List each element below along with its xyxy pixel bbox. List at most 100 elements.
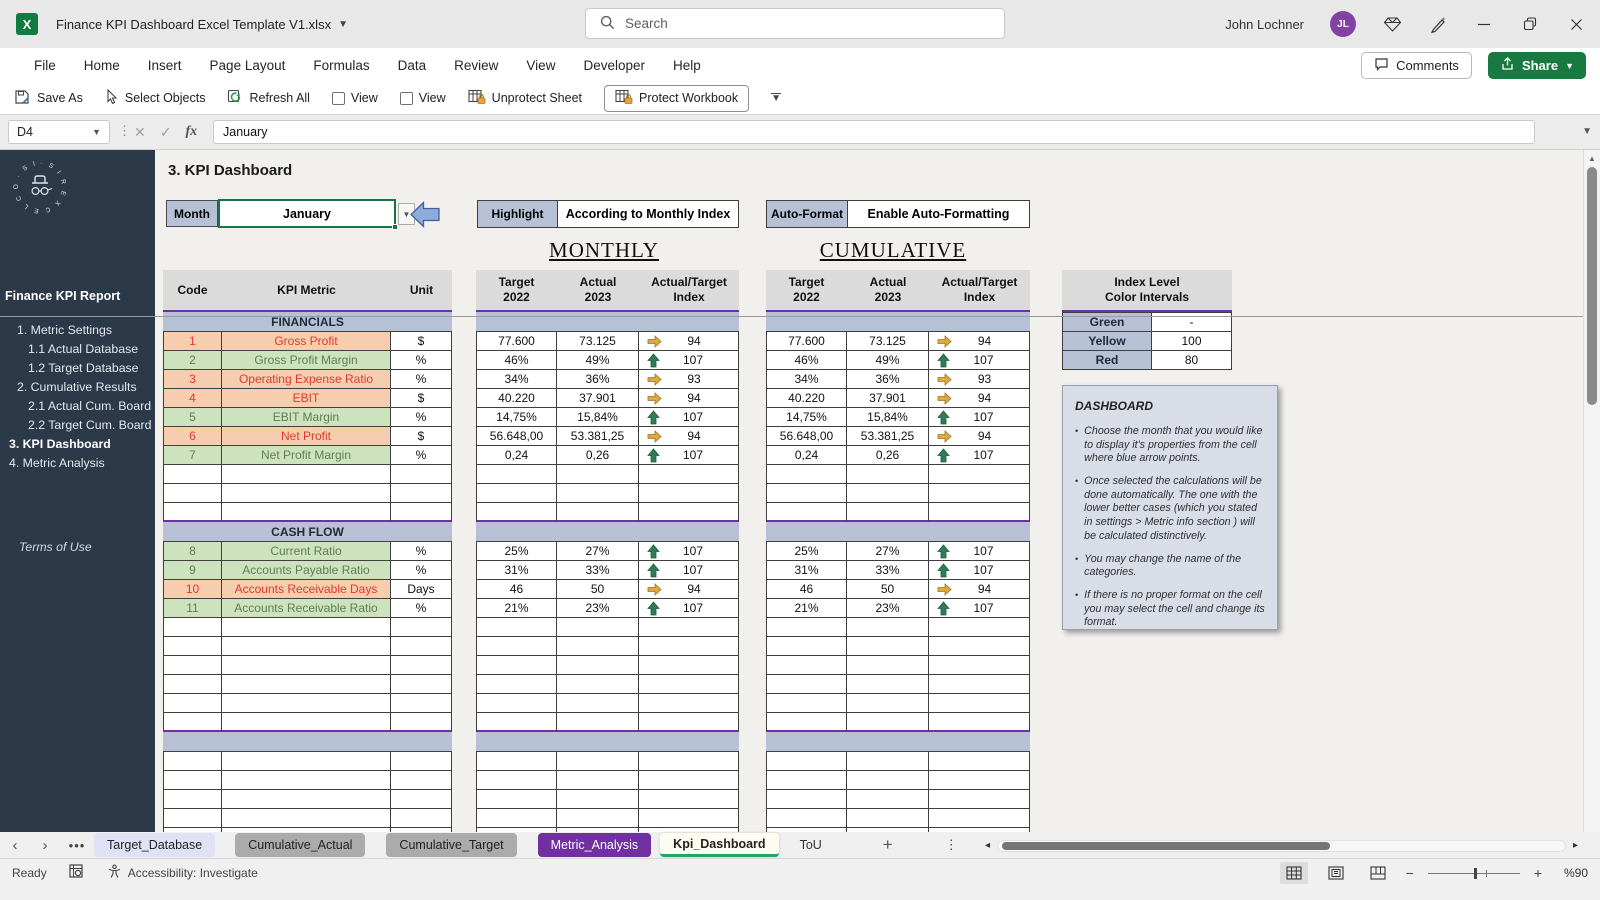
actual-cell[interactable]: 0,26 (847, 446, 929, 465)
index-cell[interactable]: 94 (929, 580, 1030, 599)
empty-row[interactable] (163, 771, 452, 790)
index-cell[interactable]: 94 (639, 427, 739, 446)
name-box[interactable]: D4 ▼ (8, 120, 110, 144)
kpi-code-cell[interactable]: 2 (163, 351, 222, 370)
kpi-unit-cell[interactable]: % (391, 599, 452, 618)
add-sheet-icon[interactable]: + (883, 835, 893, 855)
section-band[interactable] (766, 732, 1030, 751)
section-financials[interactable]: FİNANCİALS (163, 312, 452, 331)
kpi-metric-cell[interactable]: Accounts Receivable Ratio (222, 599, 391, 618)
kpi-unit-cell[interactable]: % (391, 408, 452, 427)
empty-row[interactable] (476, 484, 739, 503)
cumulative-table-header[interactable]: Target2022 Actual2023 Actual/TargetIndex (766, 270, 1030, 312)
sheet-tab[interactable]: Metric_Analysis (538, 833, 652, 857)
menu-tab[interactable]: View (512, 48, 569, 82)
empty-row[interactable] (163, 637, 452, 656)
actual-cell[interactable]: 50 (557, 580, 639, 599)
target-cell[interactable]: 31% (476, 561, 557, 580)
empty-row[interactable] (766, 694, 1030, 713)
level-color-cell[interactable]: Yellow (1062, 332, 1152, 351)
index-cell[interactable]: 107 (929, 446, 1030, 465)
kpi-unit-cell[interactable]: % (391, 446, 452, 465)
sheet-list-icon[interactable]: ••• (60, 838, 94, 853)
month-label-cell[interactable]: Month (166, 200, 218, 227)
kpi-metric-cell[interactable]: Accounts Receivable Days (222, 580, 391, 599)
actual-cell[interactable]: 15,84% (557, 408, 639, 427)
menu-tab[interactable]: Page Layout (196, 48, 300, 82)
index-cell[interactable]: 94 (929, 332, 1030, 351)
kpi-metric-cell[interactable]: Gross Profit Margin (222, 351, 391, 370)
sidebar-nav-item[interactable]: 4. Metric Analysis (0, 453, 155, 472)
empty-row[interactable] (476, 618, 739, 637)
index-cell[interactable]: 107 (929, 599, 1030, 618)
prev-sheet-icon[interactable]: ‹ (0, 837, 30, 854)
diamond-icon[interactable] (1382, 14, 1402, 34)
select-objects-button[interactable]: Select Objects (105, 89, 206, 108)
actual-cell[interactable]: 50 (847, 580, 929, 599)
scroll-right-icon[interactable]: ▸ (1566, 840, 1578, 851)
page-break-preview-icon[interactable] (1364, 862, 1392, 884)
empty-row[interactable] (163, 465, 452, 484)
actual-cell[interactable]: 49% (557, 351, 639, 370)
empty-row[interactable] (766, 503, 1030, 522)
next-sheet-icon[interactable]: › (30, 837, 60, 854)
view-checkbox-2[interactable]: View (400, 91, 446, 105)
index-cell[interactable]: 107 (929, 408, 1030, 427)
empty-row[interactable] (476, 656, 739, 675)
scroll-left-icon[interactable]: ◂ (985, 840, 997, 851)
empty-row[interactable] (163, 484, 452, 503)
zoom-in-icon[interactable]: + (1534, 865, 1542, 881)
sidebar-nav-item[interactable]: 2. Cumulative Results (0, 377, 155, 396)
tab-options-icon[interactable]: ⋮ (945, 837, 958, 853)
zoom-slider-thumb[interactable] (1474, 868, 1477, 879)
target-cell[interactable]: 25% (766, 542, 847, 561)
index-cell[interactable]: 107 (639, 599, 739, 618)
target-cell[interactable]: 46 (766, 580, 847, 599)
sidebar-nav-item[interactable]: 1.1 Actual Database (0, 339, 155, 358)
excel-app-icon[interactable]: X (16, 13, 38, 35)
empty-row[interactable] (766, 656, 1030, 675)
index-cell[interactable]: 107 (929, 351, 1030, 370)
scroll-up-icon[interactable]: ▲ (1588, 154, 1596, 163)
actual-cell[interactable]: 53.381,25 (847, 427, 929, 446)
menu-tab[interactable]: Data (384, 48, 441, 82)
target-cell[interactable]: 0,24 (766, 446, 847, 465)
copilot-pen-icon[interactable] (1428, 14, 1448, 34)
actual-cell[interactable]: 33% (557, 561, 639, 580)
actual-cell[interactable]: 36% (557, 370, 639, 389)
minimize-icon[interactable] (1474, 14, 1494, 34)
kpi-table-header[interactable]: Code KPI Metric Unit (163, 270, 452, 312)
empty-row[interactable] (163, 752, 452, 771)
target-cell[interactable]: 21% (476, 599, 557, 618)
actual-cell[interactable]: 73.125 (847, 332, 929, 351)
zoom-level[interactable]: %90 (1556, 866, 1588, 880)
vertical-scroll-thumb[interactable] (1587, 167, 1597, 405)
zoom-out-icon[interactable]: − (1406, 865, 1414, 881)
target-cell[interactable]: 31% (766, 561, 847, 580)
target-cell[interactable]: 25% (476, 542, 557, 561)
menu-tab[interactable]: Insert (134, 48, 196, 82)
horizontal-scrollbar[interactable]: ◂ ▸ (985, 839, 1578, 852)
kpi-code-cell[interactable]: 8 (163, 542, 222, 561)
section-band[interactable] (766, 522, 1030, 541)
kpi-code-cell[interactable]: 4 (163, 389, 222, 408)
sheet-tab[interactable]: ToU (787, 833, 835, 857)
target-cell[interactable]: 56.648,00 (766, 427, 847, 446)
index-cell[interactable]: 94 (639, 580, 739, 599)
target-cell[interactable]: 77.600 (766, 332, 847, 351)
section-band[interactable] (766, 312, 1030, 331)
sheet-tab[interactable]: Cumulative_Actual (235, 833, 365, 857)
target-cell[interactable]: 46 (476, 580, 557, 599)
kpi-metric-cell[interactable]: EBIT (222, 389, 391, 408)
close-icon[interactable] (1566, 14, 1586, 34)
empty-row[interactable] (766, 790, 1030, 809)
kpi-unit-cell[interactable]: % (391, 351, 452, 370)
empty-row[interactable] (163, 656, 452, 675)
target-cell[interactable]: 40.220 (766, 389, 847, 408)
index-cell[interactable]: 93 (929, 370, 1030, 389)
index-level-header[interactable]: Index LevelColor Intervals (1062, 270, 1232, 312)
empty-row[interactable] (476, 503, 739, 522)
empty-row[interactable] (163, 694, 452, 713)
kpi-unit-cell[interactable]: % (391, 561, 452, 580)
kpi-unit-cell[interactable]: $ (391, 389, 452, 408)
